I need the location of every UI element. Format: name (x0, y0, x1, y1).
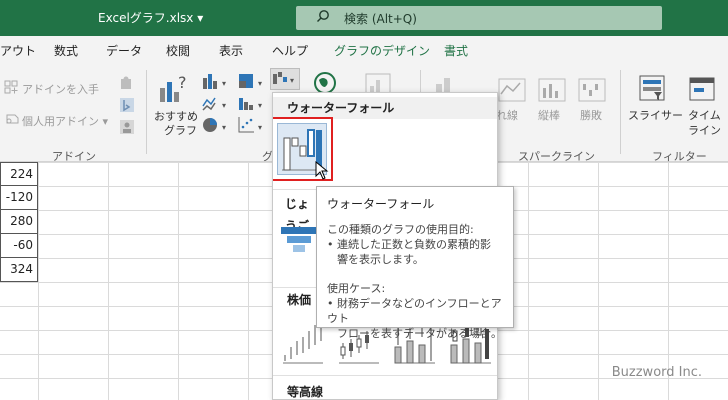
watermark: Buzzword Inc. (611, 365, 702, 380)
tab-layout[interactable]: アウト (0, 42, 36, 59)
tab-view[interactable]: 表示 (219, 42, 243, 59)
tooltip-purpose-line1: • 連続した正数と負数の累積的影 (327, 238, 491, 251)
stock-section-header: 株価 (273, 289, 317, 311)
scatter-chart-icon[interactable]: ▾ (238, 116, 266, 134)
store-icon (4, 80, 18, 94)
addin-puzzle-icon (121, 76, 131, 89)
tooltip-purpose-line2: 響を表示します。 (337, 253, 424, 266)
waterfall-small-icon: ▾ (273, 72, 294, 85)
sparkline-line-label: れ線 (496, 109, 518, 122)
recommended-charts-icon: ? (160, 74, 187, 102)
search-placeholder: 検索 (Alt+Q) (344, 12, 417, 26)
cell-value[interactable]: 224 (0, 162, 38, 186)
tooltip-cases-line1: • 財務データなどのインフローとアウト (327, 297, 502, 325)
tab-help[interactable]: ヘルプ (272, 42, 308, 59)
tooltip-title: ウォーターフォール (327, 197, 435, 211)
search-box[interactable]: 検索 (Alt+Q) (296, 6, 662, 30)
svg-text:▾: ▾ (258, 123, 262, 132)
svg-text:▾: ▾ (222, 79, 226, 88)
timeline-label2[interactable]: ライン (688, 122, 721, 138)
ribbon-tabs: アウト 数式 データ 校閲 表示 ヘルプ グラフのデザイン 書式 (0, 36, 728, 64)
tab-chart-design[interactable]: グラフのデザイン (334, 42, 430, 59)
get-addins-button[interactable]: アドインを入手 (22, 81, 99, 97)
column-chart-icon[interactable]: ▾ (202, 72, 230, 90)
svg-text:▾: ▾ (222, 101, 226, 110)
tooltip-cases-line2: フローを表すデータがある場合。 (337, 327, 502, 340)
statistic-chart-icon[interactable]: ▾ (238, 94, 266, 112)
tooltip-cases-label: 使用ケース: (327, 282, 386, 295)
waterfall-chart-button[interactable]: ▾ (270, 68, 300, 90)
title-bar: Excelグラフ.xlsx ▾ 検索 (Alt+Q) (0, 0, 728, 36)
surface-section-header: 等高線 (273, 381, 333, 399)
mouse-cursor-icon (315, 161, 329, 180)
tab-format[interactable]: 書式 (444, 42, 468, 59)
tab-review[interactable]: 校閲 (166, 42, 190, 59)
sparkline-line-icon (498, 78, 526, 102)
people-icon (120, 120, 134, 134)
svg-text:▾: ▾ (290, 76, 294, 85)
funnel-section-header: じょうご (273, 193, 319, 233)
sparkline-column-icon (538, 78, 566, 102)
sparkline-winloss-label: 勝敗 (580, 109, 602, 122)
cell-value[interactable]: -120 (0, 186, 38, 210)
bing-icon (120, 98, 134, 112)
slicer-icon[interactable] (638, 74, 668, 104)
funnel-chart-icon[interactable] (279, 223, 319, 259)
line-chart-icon[interactable]: ▾ (202, 94, 230, 112)
slicer-button[interactable]: スライサー (628, 107, 683, 123)
svg-text:▾: ▾ (258, 79, 262, 88)
tab-formulas[interactable]: 数式 (54, 42, 78, 59)
my-addins-button[interactable]: 個人用アドイン ▾ (22, 113, 108, 129)
sparkline-winloss-icon (578, 78, 606, 102)
search-icon (317, 10, 329, 22)
pie-chart-icon[interactable]: ▾ (202, 116, 230, 134)
timeline-label1[interactable]: タイム (688, 107, 721, 123)
cell-value[interactable]: 280 (0, 210, 38, 234)
waterfall-tooltip: ウォーターフォール この種類のグラフの使用目的: • 連続した正数と負数の累積的… (316, 186, 514, 340)
my-addins-icon (6, 114, 19, 124)
window-title: Excelグラフ.xlsx ▾ (98, 11, 204, 25)
svg-text:▾: ▾ (222, 123, 226, 132)
waterfall-section-header: ウォーターフォール (273, 97, 497, 119)
sparkline-column-label: 縦棒 (538, 109, 560, 122)
tooltip-purpose-label: この種類のグラフの使用目的: (327, 223, 474, 236)
hierarchy-chart-icon[interactable]: ▾ (238, 72, 266, 90)
cell-value[interactable]: -60 (0, 234, 38, 258)
recommended-charts-label2[interactable]: グラフ (164, 122, 197, 138)
cell-value[interactable]: 324 (0, 258, 38, 282)
svg-text:?: ? (178, 74, 187, 92)
waterfall-option[interactable] (273, 117, 333, 181)
timeline-icon[interactable] (688, 74, 718, 104)
tab-data[interactable]: データ (106, 42, 142, 59)
svg-text:▾: ▾ (258, 101, 262, 110)
